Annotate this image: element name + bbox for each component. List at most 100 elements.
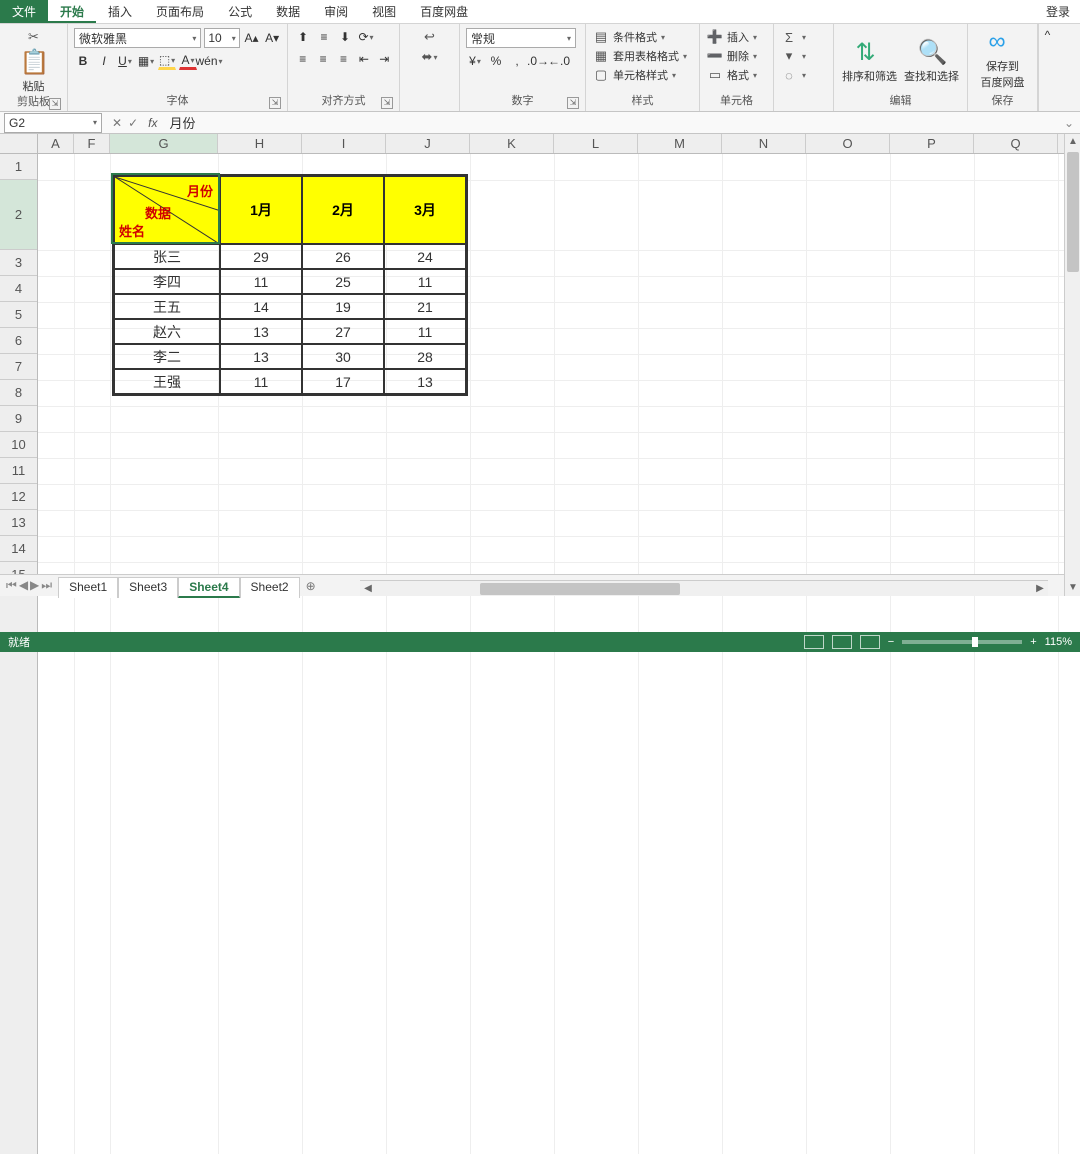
bold-button[interactable]: B: [74, 52, 92, 70]
fill-button[interactable]: ▾▾: [780, 47, 827, 65]
border-button[interactable]: ▦▾: [137, 52, 155, 70]
scroll-left-icon[interactable]: ◀: [360, 581, 376, 597]
align-center-icon[interactable]: ≡: [314, 50, 331, 68]
expand-formula-icon[interactable]: ⌄: [1058, 116, 1080, 130]
dec-decimal-icon[interactable]: ←.0: [550, 52, 568, 70]
font-name-select[interactable]: 微软雅黑▾: [74, 28, 201, 48]
fx-icon[interactable]: fx: [144, 116, 161, 130]
tab-scroll-prev-icon[interactable]: ◀: [19, 578, 28, 593]
value-cell[interactable]: 11: [220, 269, 302, 294]
month-header[interactable]: 3月: [384, 176, 466, 244]
currency-icon[interactable]: ¥▾: [466, 52, 484, 70]
row-header-2[interactable]: 2: [0, 180, 37, 250]
underline-button[interactable]: U▾: [116, 52, 134, 70]
value-cell[interactable]: 13: [220, 344, 302, 369]
zoom-in-button[interactable]: +: [1030, 636, 1036, 648]
formula-bar[interactable]: 月份: [161, 113, 1057, 132]
col-header-P[interactable]: P: [890, 134, 974, 153]
scroll-up-icon[interactable]: ▲: [1065, 134, 1080, 150]
value-cell[interactable]: 29: [220, 244, 302, 269]
inc-decimal-icon[interactable]: .0→: [529, 52, 547, 70]
name-cell[interactable]: 王强: [114, 369, 220, 394]
scroll-down-icon[interactable]: ▼: [1065, 580, 1080, 596]
zoom-level[interactable]: 115%: [1045, 636, 1072, 648]
value-cell[interactable]: 27: [302, 319, 384, 344]
col-header-O[interactable]: O: [806, 134, 890, 153]
table-format-button[interactable]: ▦套用表格格式▾: [592, 47, 693, 65]
number-format-select[interactable]: 常规▾: [466, 28, 576, 48]
align-left-icon[interactable]: ≡: [294, 50, 311, 68]
col-header-F[interactable]: F: [74, 134, 110, 153]
new-sheet-button[interactable]: ⊕: [300, 579, 322, 593]
login-link[interactable]: 登录: [1036, 0, 1080, 23]
phonetic-button[interactable]: wén▾: [200, 52, 218, 70]
sheet-tab[interactable]: Sheet3: [118, 577, 178, 598]
month-header[interactable]: 1月: [220, 176, 302, 244]
font-size-select[interactable]: 10▾: [204, 28, 239, 48]
menu-tab-data[interactable]: 数据: [264, 0, 312, 23]
dialog-launcher-icon[interactable]: ⇲: [567, 97, 579, 109]
align-right-icon[interactable]: ≡: [335, 50, 352, 68]
paste-icon[interactable]: 📋: [20, 48, 48, 76]
col-header-M[interactable]: M: [638, 134, 722, 153]
menu-tab-review[interactable]: 审阅: [312, 0, 360, 23]
hscroll-thumb[interactable]: [480, 583, 680, 595]
diagonal-header-cell[interactable]: 月份数据姓名: [114, 176, 220, 244]
cancel-formula-icon[interactable]: ✕: [112, 116, 122, 130]
value-cell[interactable]: 17: [302, 369, 384, 394]
value-cell[interactable]: 30: [302, 344, 384, 369]
wrap-text-icon[interactable]: ↩: [421, 28, 439, 46]
format-cells-button[interactable]: ▭格式▾: [706, 66, 767, 84]
save-baidu-button[interactable]: ∞ 保存到 百度网盘: [974, 28, 1031, 90]
sheet-tab[interactable]: Sheet1: [58, 577, 118, 598]
col-header-H[interactable]: H: [218, 134, 302, 153]
value-cell[interactable]: 11: [220, 369, 302, 394]
row-headers[interactable]: 123456789101112131415: [0, 154, 38, 1154]
autosum-button[interactable]: Σ▾: [780, 28, 827, 46]
indent-dec-icon[interactable]: ⇤: [355, 50, 372, 68]
row-header-3[interactable]: 3: [0, 250, 37, 276]
clear-button[interactable]: ◌▾: [780, 66, 827, 84]
name-cell[interactable]: 张三: [114, 244, 220, 269]
row-header-9[interactable]: 9: [0, 406, 37, 432]
zoom-out-button[interactable]: −: [888, 636, 894, 648]
menu-file[interactable]: 文件: [0, 0, 48, 23]
name-cell[interactable]: 赵六: [114, 319, 220, 344]
value-cell[interactable]: 24: [384, 244, 466, 269]
sheet-tab[interactable]: Sheet4: [178, 577, 239, 598]
insert-cells-button[interactable]: ➕插入▾: [706, 28, 767, 46]
col-header-A[interactable]: A: [38, 134, 74, 153]
value-cell[interactable]: 19: [302, 294, 384, 319]
menu-tab-formula[interactable]: 公式: [216, 0, 264, 23]
col-header-K[interactable]: K: [470, 134, 554, 153]
accept-formula-icon[interactable]: ✓: [128, 116, 138, 130]
merge-cells-icon[interactable]: ⬌▾: [421, 48, 439, 66]
row-header-4[interactable]: 4: [0, 276, 37, 302]
sheet-tab[interactable]: Sheet2: [240, 577, 300, 598]
col-header-G[interactable]: G: [110, 134, 218, 153]
cell-style-button[interactable]: ▢单元格样式▾: [592, 66, 693, 84]
view-pagelayout-icon[interactable]: [832, 635, 852, 649]
comma-icon[interactable]: ,: [508, 52, 526, 70]
view-pagebreak-icon[interactable]: [860, 635, 880, 649]
menu-tab-home[interactable]: 开始: [48, 0, 96, 23]
grow-font-icon[interactable]: A▴: [243, 29, 261, 47]
align-middle-icon[interactable]: ≡: [315, 28, 333, 46]
value-cell[interactable]: 28: [384, 344, 466, 369]
value-cell[interactable]: 21: [384, 294, 466, 319]
select-all-corner[interactable]: [0, 134, 38, 154]
collapse-ribbon-button[interactable]: ^: [1038, 24, 1056, 111]
row-header-10[interactable]: 10: [0, 432, 37, 458]
align-bottom-icon[interactable]: ⬇: [336, 28, 354, 46]
menu-tab-insert[interactable]: 插入: [96, 0, 144, 23]
horizontal-scrollbar[interactable]: ◀ ▶: [360, 580, 1048, 596]
italic-button[interactable]: I: [95, 52, 113, 70]
dialog-launcher-icon[interactable]: ⇲: [269, 97, 281, 109]
value-cell[interactable]: 11: [384, 319, 466, 344]
dialog-launcher-icon[interactable]: ⇲: [381, 97, 393, 109]
value-cell[interactable]: 13: [384, 369, 466, 394]
col-header-N[interactable]: N: [722, 134, 806, 153]
column-headers[interactable]: AFGHIJKLMNOPQ: [38, 134, 1080, 154]
row-header-7[interactable]: 7: [0, 354, 37, 380]
menu-tab-layout[interactable]: 页面布局: [144, 0, 216, 23]
